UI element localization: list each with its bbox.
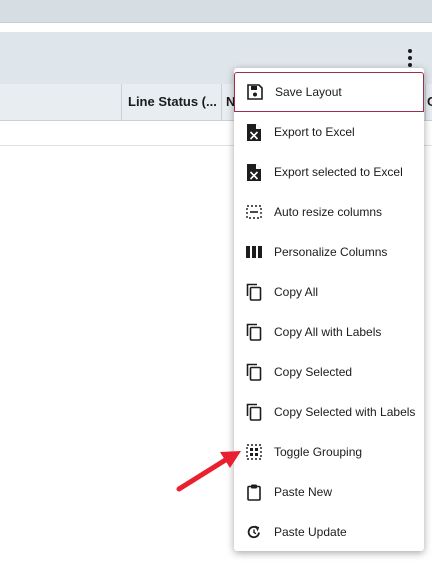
column-header-c[interactable]: C (427, 84, 432, 120)
menu-item-copy-selected-with-labels[interactable]: Copy Selected with Labels (234, 392, 424, 432)
annotation-arrow-icon (176, 451, 241, 492)
copy-icon (234, 312, 274, 352)
menu-item-toggle-grouping[interactable]: Toggle Grouping (234, 432, 424, 472)
refresh-icon (234, 512, 274, 552)
column-separator[interactable] (221, 84, 222, 120)
menu-item-label: Copy Selected with Labels (274, 405, 416, 419)
resize-columns-icon (234, 192, 274, 232)
menu-item-label: Personalize Columns (274, 245, 388, 259)
columns-icon (234, 232, 274, 272)
menu-item-paste-new[interactable]: Paste New (234, 472, 424, 512)
menu-item-paste-update[interactable]: Paste Update (234, 512, 424, 552)
top-bar (0, 0, 432, 23)
menu-item-label: Copy Selected (274, 365, 353, 379)
grid-options-menu: Save Layout Export to Excel Export selec… (234, 68, 424, 551)
top-gap (0, 23, 432, 32)
menu-item-label: Export selected to Excel (274, 165, 403, 179)
menu-item-copy-all-with-labels[interactable]: Copy All with Labels (234, 312, 424, 352)
excel-file-icon (234, 112, 274, 152)
menu-item-auto-resize-columns[interactable]: Auto resize columns (234, 192, 424, 232)
menu-item-label: Paste New (274, 485, 333, 499)
menu-item-label: Toggle Grouping (274, 445, 363, 459)
column-separator[interactable] (121, 84, 122, 120)
column-header-line-status[interactable]: Line Status (... (128, 84, 220, 120)
more-options-icon[interactable] (400, 47, 420, 69)
menu-item-personalize-columns[interactable]: Personalize Columns (234, 232, 424, 272)
menu-item-label: Copy All with Labels (274, 325, 382, 339)
menu-item-copy-selected[interactable]: Copy Selected (234, 352, 424, 392)
menu-item-label: Save Layout (275, 85, 342, 99)
menu-item-export-selected-to-excel[interactable]: Export selected to Excel (234, 152, 424, 192)
menu-item-export-to-excel[interactable]: Export to Excel (234, 112, 424, 152)
copy-icon (234, 392, 274, 432)
menu-item-copy-all[interactable]: Copy All (234, 272, 424, 312)
save-icon (235, 72, 275, 112)
menu-item-label: Export to Excel (274, 125, 355, 139)
excel-file-icon (234, 152, 274, 192)
copy-icon (234, 352, 274, 392)
menu-item-label: Copy All (274, 285, 319, 299)
menu-item-save-layout[interactable]: Save Layout (234, 72, 424, 112)
copy-icon (234, 272, 274, 312)
column-separator[interactable] (425, 84, 426, 120)
menu-item-label: Paste Update (274, 525, 347, 539)
menu-item-label: Auto resize columns (274, 205, 383, 219)
